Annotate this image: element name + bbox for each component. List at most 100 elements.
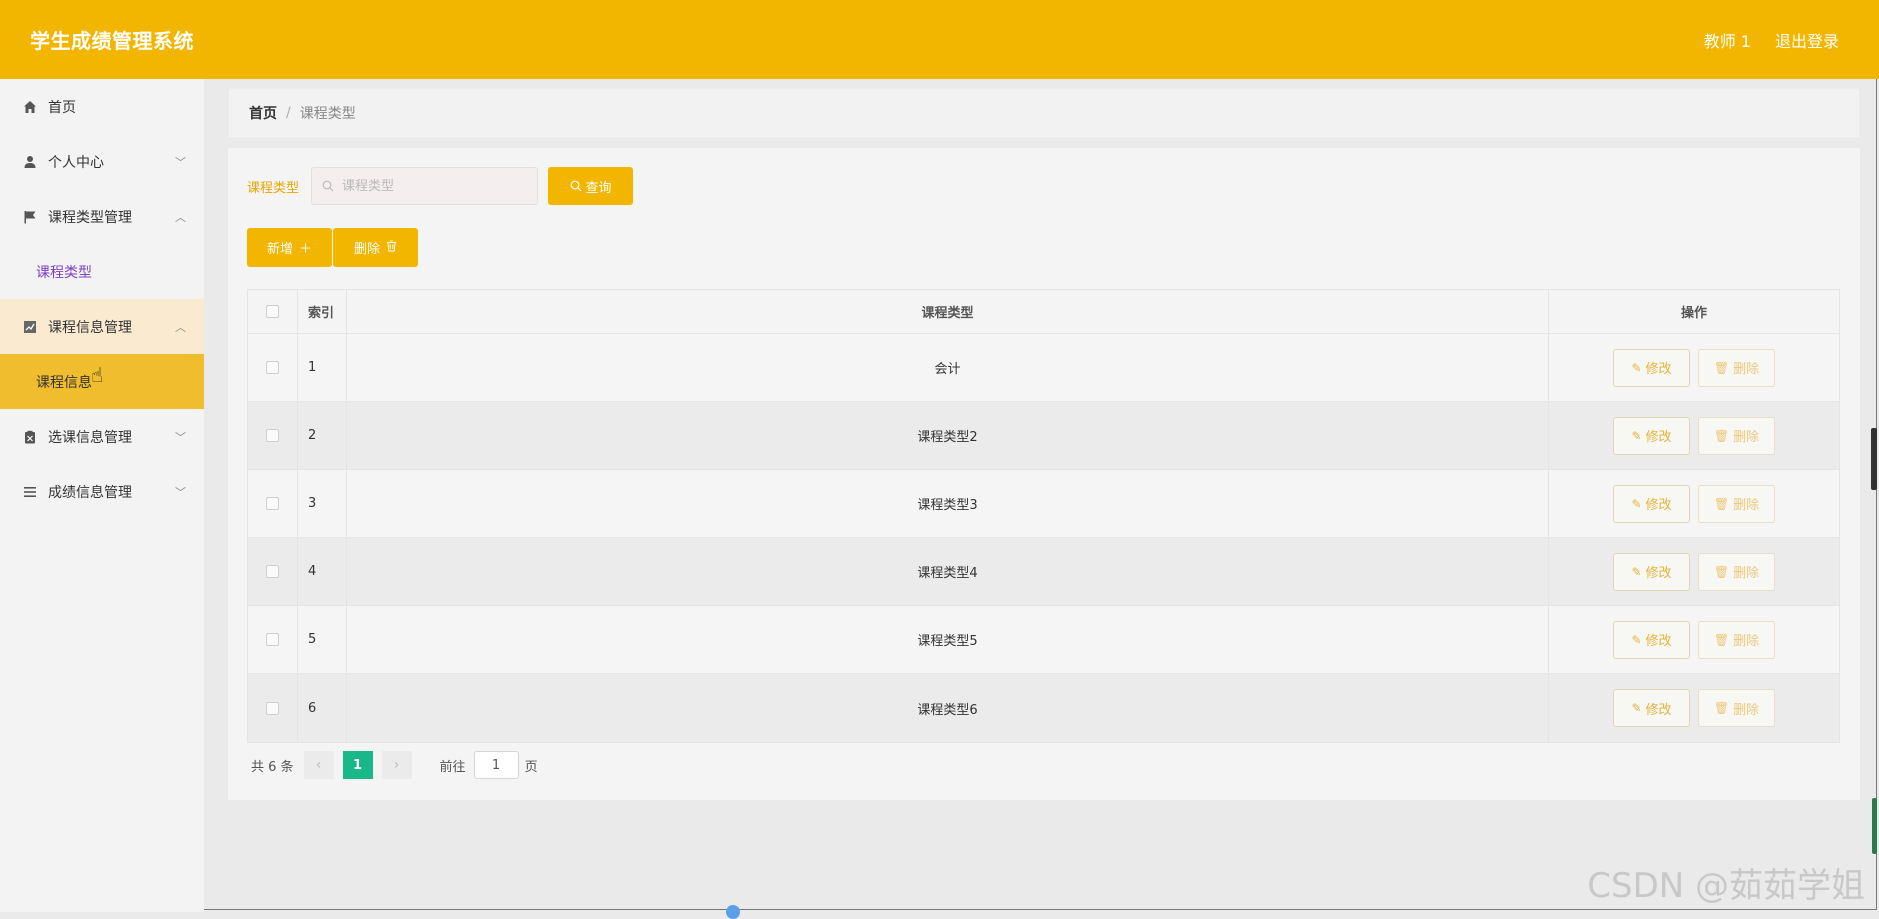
trash-icon: 🗑 (1713, 428, 1730, 443)
chart-icon (22, 319, 38, 335)
prev-page-button[interactable]: ‹ (303, 751, 334, 779)
action-toolbar: 新增 ＋ 删除 (247, 228, 419, 267)
sidebar-item-personal-center[interactable]: 个人中心 ﹀ (0, 134, 204, 189)
delete-row-button[interactable]: 🗑 删除 (1698, 348, 1775, 387)
row-course-type: 课程类型3 (347, 470, 1549, 537)
edit-icon: ✎ (1631, 496, 1642, 511)
row-checkbox[interactable] (266, 497, 279, 510)
edit-icon: ✎ (1631, 428, 1642, 443)
sidebar-item-label: 个人中心 (48, 154, 104, 171)
edit-button[interactable]: ✎ 修改 (1613, 620, 1690, 659)
table-row: 5 课程类型5 ✎ 修改 🗑 删除 (248, 606, 1839, 674)
current-user[interactable]: 教师 1 (1704, 28, 1751, 52)
edit-button[interactable]: ✎ 修改 (1613, 484, 1690, 523)
row-checkbox[interactable] (266, 429, 279, 442)
breadcrumb-home[interactable]: 首页 (249, 103, 277, 123)
edit-button[interactable]: ✎ 修改 (1613, 348, 1690, 387)
scrollbar-handle[interactable] (1871, 428, 1877, 490)
row-operations: ✎ 修改 🗑 删除 (1549, 674, 1839, 742)
search-input[interactable] (340, 177, 525, 195)
search-box[interactable] (311, 167, 539, 205)
next-page-button[interactable]: › (381, 751, 412, 779)
logout-link[interactable]: 退出登录 (1775, 28, 1839, 52)
delete-row-button[interactable]: 🗑 删除 (1698, 620, 1775, 659)
sidebar-item-label: 成绩信息管理 (48, 484, 132, 501)
sidebar-item-course-type-mgmt[interactable]: 课程类型管理 ︿ (0, 189, 204, 244)
delete-row-button[interactable]: 🗑 删除 (1698, 484, 1775, 523)
batch-delete-label: 删除 (353, 242, 380, 257)
trash-icon (386, 240, 397, 256)
sidebar-item-course-info-mgmt[interactable]: 课程信息管理 ︿ (0, 299, 204, 354)
page-jump-input[interactable] (473, 751, 519, 779)
pagination-page-unit: 页 (524, 759, 538, 775)
row-index: 6 (298, 674, 347, 742)
header-user-area: 教师 1 退出登录 (1704, 28, 1839, 52)
table-row: 6 课程类型6 ✎ 修改 🗑 删除 (248, 674, 1839, 742)
pagination-goto-label: 前往 (439, 759, 466, 775)
row-checkbox[interactable] (266, 565, 279, 578)
edit-button-label: 修改 (1645, 634, 1672, 649)
delete-row-button[interactable]: 🗑 删除 (1698, 552, 1775, 591)
edit-button[interactable]: ✎ 修改 (1613, 416, 1690, 455)
course-type-table: 索引 课程类型 操作 1 会计 ✎ 修改 🗑 删除 2 课程类型2 ✎ 修改 🗑 删除 3 课程类型3 ✎ 修… (247, 289, 1840, 743)
select-all-checkbox[interactable] (266, 305, 279, 318)
side-tab-handle[interactable] (1872, 798, 1877, 854)
sidebar-item-grade-info-mgmt[interactable]: 成绩信息管理 ﹀ (0, 464, 204, 519)
row-checkbox-cell (248, 606, 298, 673)
table-row: 4 课程类型4 ✎ 修改 🗑 删除 (248, 538, 1839, 606)
row-course-type: 课程类型4 (347, 538, 1549, 605)
trash-icon: 🗑 (1713, 632, 1730, 647)
delete-row-label: 删除 (1733, 498, 1760, 513)
edit-button-label: 修改 (1645, 498, 1672, 513)
trash-icon: 🗑 (1713, 360, 1730, 375)
row-checkbox-cell (248, 402, 298, 469)
home-icon (22, 99, 38, 115)
hand-cursor-icon: ☝ (91, 363, 104, 387)
edit-button-label: 修改 (1645, 702, 1672, 718)
delete-row-button[interactable]: 🗑 删除 (1698, 689, 1775, 727)
row-checkbox-cell (248, 538, 298, 605)
edit-button[interactable]: ✎ 修改 (1613, 552, 1690, 591)
row-checkbox[interactable] (266, 701, 279, 715)
table-row: 1 会计 ✎ 修改 🗑 删除 (248, 334, 1839, 402)
edit-icon: ✎ (1631, 632, 1642, 647)
query-button-label: 查询 (585, 180, 612, 196)
delete-row-label: 删除 (1733, 430, 1760, 445)
row-index: 4 (298, 538, 347, 605)
row-course-type: 课程类型5 (347, 606, 1549, 673)
delete-row-label: 删除 (1733, 634, 1760, 649)
submenu-item-course-type[interactable]: 课程类型 (0, 244, 204, 299)
row-course-type: 课程类型6 (347, 674, 1549, 742)
row-operations: ✎ 修改 🗑 删除 (1549, 334, 1839, 401)
row-checkbox-cell (248, 470, 298, 537)
chevron-down-icon: ﹀ (175, 155, 186, 169)
edit-button-label: 修改 (1645, 430, 1672, 445)
delete-row-label: 删除 (1733, 362, 1760, 377)
edit-button-label: 修改 (1645, 362, 1672, 377)
row-checkbox[interactable] (266, 633, 279, 646)
edit-button-label: 修改 (1645, 566, 1672, 581)
list-icon (22, 484, 38, 500)
delete-row-label: 删除 (1733, 566, 1760, 581)
row-operations: ✎ 修改 🗑 删除 (1549, 470, 1839, 537)
edit-button[interactable]: ✎ 修改 (1613, 689, 1690, 727)
sidebar-item-home[interactable]: 首页 (0, 79, 204, 134)
row-index: 2 (298, 402, 347, 469)
query-button[interactable]: 查询 (548, 167, 634, 205)
sidebar-item-course-selection-mgmt[interactable]: 选课信息管理 ﹀ (0, 409, 204, 464)
search-label: 课程类型 (247, 180, 300, 196)
plus-icon: ＋ (299, 242, 313, 257)
content-panel: 课程类型 查询 新增 ＋ 删除 索引 课程类 (228, 148, 1860, 800)
row-checkbox[interactable] (266, 361, 279, 374)
pagination-total: 共 6 条 (251, 759, 294, 775)
search-form: 课程类型 查询 (247, 167, 634, 205)
row-checkbox-cell (248, 674, 298, 742)
breadcrumb: 首页 / 课程类型 (228, 88, 1860, 138)
header-index: 索引 (298, 290, 347, 333)
trash-icon: 🗑 (1713, 564, 1730, 579)
page-number-current[interactable]: 1 (342, 751, 373, 779)
batch-delete-button[interactable]: 删除 (333, 228, 418, 267)
add-button[interactable]: 新增 ＋ (247, 228, 332, 267)
delete-row-button[interactable]: 🗑 删除 (1698, 416, 1775, 455)
sidebar-item-label: 选课信息管理 (48, 429, 132, 446)
